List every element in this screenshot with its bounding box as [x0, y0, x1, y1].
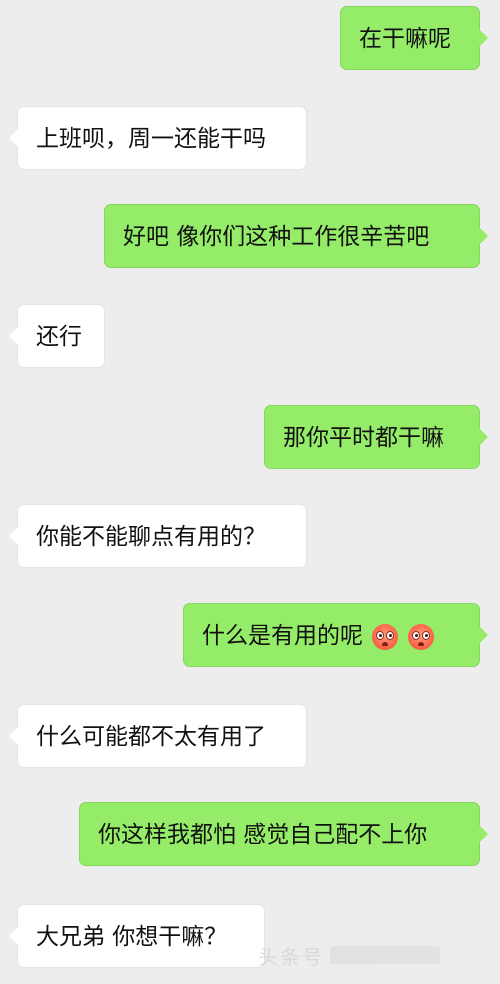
- blushing-face-emoji-icon: [372, 623, 399, 650]
- message-text: 什么是有用的呢: [202, 623, 363, 649]
- message-text: 大兄弟 你想干嘛？: [36, 924, 228, 950]
- message-bubble-sent[interactable]: 在干嘛呢: [340, 6, 488, 70]
- message-text: 好吧 像你们这种工作很辛苦吧: [123, 224, 430, 250]
- message-bubble-received[interactable]: 还行: [9, 304, 105, 368]
- blushing-face-emoji-icon: [407, 623, 434, 650]
- message-bubble-received[interactable]: 你能不能聊点有用的？: [9, 504, 307, 568]
- message-text: 你这样我都怕 感觉自己配不上你: [98, 822, 428, 848]
- message-bubble-received[interactable]: 什么可能都不太有用了: [9, 704, 307, 768]
- message-text: 那你平时都干嘛: [283, 425, 444, 451]
- message-text: 你能不能聊点有用的？: [36, 524, 266, 550]
- message-bubble-sent[interactable]: 好吧 像你们这种工作很辛苦吧: [104, 204, 488, 268]
- message-text: 什么可能都不太有用了: [36, 724, 266, 750]
- watermark: 头条号: [258, 938, 483, 972]
- message-bubble-sent[interactable]: 什么是有用的呢: [183, 603, 488, 667]
- blurred-watermark-name: [330, 946, 440, 964]
- message-bubble-sent[interactable]: 你这样我都怕 感觉自己配不上你: [79, 802, 488, 866]
- chat-area: 在干嘛呢 上班呗，周一还能干吗 好吧 像你们这种工作很辛苦吧 还行 那你平时都干…: [0, 0, 500, 984]
- message-text: 还行: [36, 324, 82, 350]
- message-bubble-sent[interactable]: 那你平时都干嘛: [264, 405, 488, 469]
- message-bubble-received[interactable]: 大兄弟 你想干嘛？: [9, 904, 265, 968]
- watermark-text: 头条号: [258, 944, 324, 969]
- message-text: 在干嘛呢: [359, 26, 451, 52]
- message-bubble-received[interactable]: 上班呗，周一还能干吗: [9, 106, 307, 170]
- message-text: 上班呗，周一还能干吗: [36, 126, 266, 152]
